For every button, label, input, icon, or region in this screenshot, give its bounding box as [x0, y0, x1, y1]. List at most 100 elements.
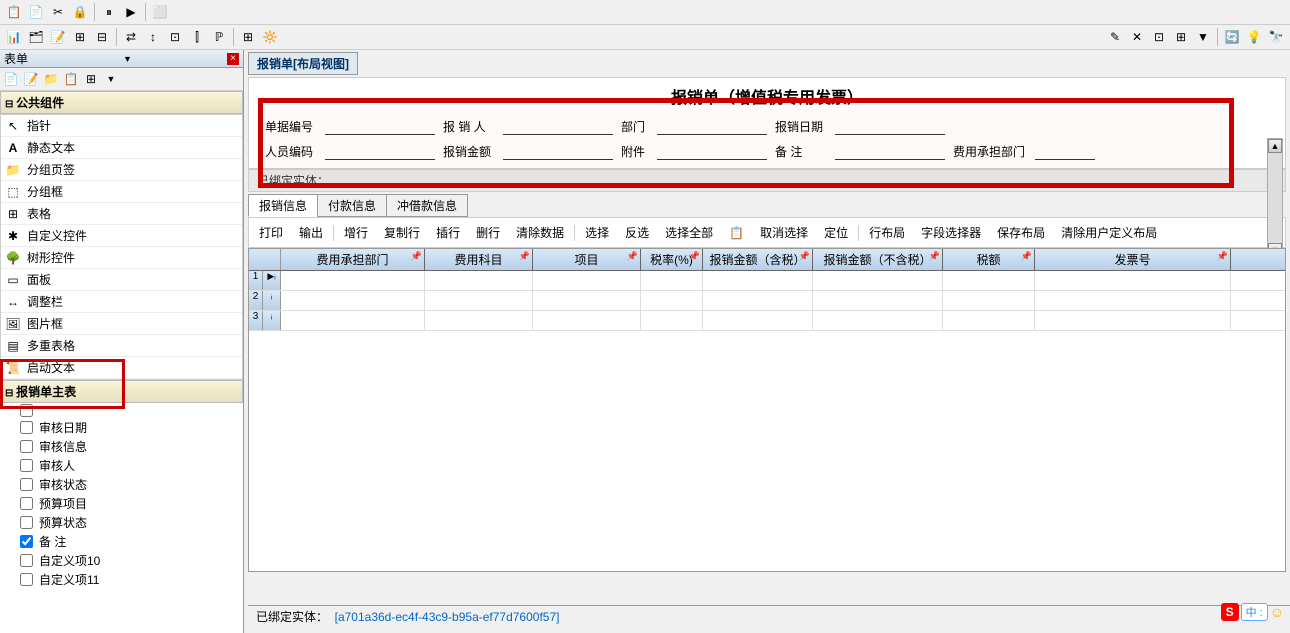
tb-icon[interactable]: 🔆	[260, 27, 280, 47]
gt-fieldselector[interactable]: 字段选择器	[915, 222, 987, 243]
field-input[interactable]	[835, 119, 945, 135]
list-item[interactable]: 自定义项10	[0, 551, 243, 570]
checkbox[interactable]	[20, 497, 33, 510]
tb-icon[interactable]: ⇄	[121, 27, 141, 47]
tb-icon[interactable]: ⏸	[99, 2, 119, 22]
tb-icon[interactable]: 📋	[4, 2, 24, 22]
checkbox[interactable]	[20, 478, 33, 491]
table-row[interactable]: 3 ᵢ	[249, 311, 1285, 331]
pin-icon[interactable]: 📌	[519, 251, 530, 262]
tb-icon[interactable]: ⊡	[1149, 27, 1169, 47]
list-item[interactable]: 审核日期	[0, 418, 243, 437]
tb-icon[interactable]: 🔒	[70, 2, 90, 22]
tb-icon[interactable]: ✕	[1127, 27, 1147, 47]
gt-deselect[interactable]: 取消选择	[754, 222, 814, 243]
tb-binoculars-icon[interactable]: 🔭	[1266, 27, 1286, 47]
ime-indicator[interactable]: S 中 : ☺	[1221, 603, 1284, 621]
pin-icon[interactable]: 📌	[689, 251, 700, 262]
tb-icon[interactable]: ⊡	[165, 27, 185, 47]
comp-group-box[interactable]: ⬚分组框	[1, 181, 242, 203]
gt-selectall[interactable]: 选择全部	[659, 222, 719, 243]
comp-panel[interactable]: ▭面板	[1, 269, 242, 291]
tb-icon[interactable]: 📄	[26, 2, 46, 22]
scrollbar-v[interactable]: ▲ ▼	[1267, 138, 1283, 258]
chevron-down-icon[interactable]: ▼	[102, 70, 120, 88]
subtab-expense-info[interactable]: 报销信息	[248, 194, 318, 217]
chevron-down-icon[interactable]: ▼	[123, 54, 132, 64]
table-row[interactable]: 1 ▶ᵢ	[249, 271, 1285, 291]
tb-icon[interactable]: ℙ	[209, 27, 229, 47]
checkbox[interactable]	[20, 516, 33, 529]
tb-icon[interactable]: ✎	[1105, 27, 1125, 47]
comp-resize[interactable]: ↔调整栏	[1, 291, 242, 313]
comp-image[interactable]: 🖼图片框	[1, 313, 242, 335]
field-input[interactable]	[503, 144, 613, 160]
tb-icon[interactable]: ⊟	[92, 27, 112, 47]
comp-static-text[interactable]: A静态文本	[1, 137, 242, 159]
tb-icon[interactable]: ▼	[1193, 27, 1213, 47]
tb-icon[interactable]: 🗂	[26, 27, 46, 47]
folder-icon[interactable]: 📁	[42, 70, 60, 88]
field-input[interactable]	[835, 144, 945, 160]
gt-output[interactable]: 输出	[293, 222, 329, 243]
tb-icon[interactable]: ⬜	[150, 2, 170, 22]
tb-icon[interactable]: ▶	[121, 2, 141, 22]
comp-script[interactable]: 📜启动文本	[1, 357, 242, 379]
list-item[interactable]: 审核人	[0, 456, 243, 475]
pin-icon[interactable]: 📌	[799, 251, 810, 262]
col-taxrate[interactable]: 税率(%)📌	[641, 249, 703, 270]
col-invoice[interactable]: 发票号📌	[1035, 249, 1231, 270]
tb-lightbulb-icon[interactable]: 💡	[1244, 27, 1264, 47]
gt-savelayout[interactable]: 保存布局	[991, 222, 1051, 243]
row-marker-icon[interactable]: ᵢ	[263, 311, 281, 330]
field-input[interactable]	[503, 119, 613, 135]
field-input[interactable]	[325, 144, 435, 160]
col-dept[interactable]: 费用承担部门📌	[281, 249, 425, 270]
gt-clearlayout[interactable]: 清除用户定义布局	[1055, 222, 1163, 243]
list-item[interactable]: 预算状态	[0, 513, 243, 532]
tb-icon[interactable]: 📝	[48, 27, 68, 47]
ime-s-icon[interactable]: S	[1221, 603, 1239, 621]
section-public-components[interactable]: 公共组件	[0, 91, 243, 114]
field-input[interactable]	[657, 144, 767, 160]
edit-icon[interactable]: 📝	[22, 70, 40, 88]
gt-copyrow[interactable]: 复制行	[378, 222, 426, 243]
checkbox[interactable]	[20, 440, 33, 453]
tb-icon[interactable]: ⊞	[1171, 27, 1191, 47]
ime-lang-badge[interactable]: 中 :	[1241, 603, 1268, 621]
gt-rowlayout[interactable]: 行布局	[863, 222, 911, 243]
gt-select[interactable]: 选择	[579, 222, 615, 243]
gt-insertrow[interactable]: 插行	[430, 222, 466, 243]
tb-icon[interactable]: 🔄	[1222, 27, 1242, 47]
checkbox[interactable]	[20, 535, 33, 548]
col-tax[interactable]: 税额📌	[943, 249, 1035, 270]
checkbox[interactable]	[20, 421, 33, 434]
tb-icon[interactable]: ⊞	[238, 27, 258, 47]
field-input[interactable]	[325, 119, 435, 135]
list-item[interactable]: 预算项目	[0, 494, 243, 513]
section-main-table[interactable]: 报销单主表	[0, 380, 243, 403]
col-amount-incl[interactable]: 报销金额（含税）📌	[703, 249, 813, 270]
pin-icon[interactable]: 📌	[929, 251, 940, 262]
paste-icon[interactable]: 📋	[62, 70, 80, 88]
list-item[interactable]: 自定义项11	[0, 570, 243, 589]
gt-cleardata[interactable]: 清除数据	[510, 222, 570, 243]
checkbox[interactable]	[20, 404, 33, 417]
checkbox[interactable]	[20, 573, 33, 586]
list-item[interactable]: 审核信息	[0, 437, 243, 456]
new-icon[interactable]: 📄	[2, 70, 20, 88]
row-marker-icon[interactable]: ᵢ	[263, 291, 281, 310]
comp-table[interactable]: ⊞表格	[1, 203, 242, 225]
pin-icon[interactable]: 📌	[1021, 251, 1032, 262]
comp-custom[interactable]: ✱自定义控件	[1, 225, 242, 247]
checkbox[interactable]	[20, 459, 33, 472]
subtab-offset-info[interactable]: 冲借款信息	[386, 194, 468, 217]
col-amount-excl[interactable]: 报销金额（不含税）📌	[813, 249, 943, 270]
list-item[interactable]: 审核状态	[0, 475, 243, 494]
comp-group-tab[interactable]: 📁分组页签	[1, 159, 242, 181]
scroll-up-icon[interactable]: ▲	[1268, 139, 1282, 153]
tb-icon[interactable]: 📊	[4, 27, 24, 47]
tb-icon[interactable]: ✂	[48, 2, 68, 22]
field-input[interactable]	[657, 119, 767, 135]
subtab-payment-info[interactable]: 付款信息	[317, 194, 387, 217]
